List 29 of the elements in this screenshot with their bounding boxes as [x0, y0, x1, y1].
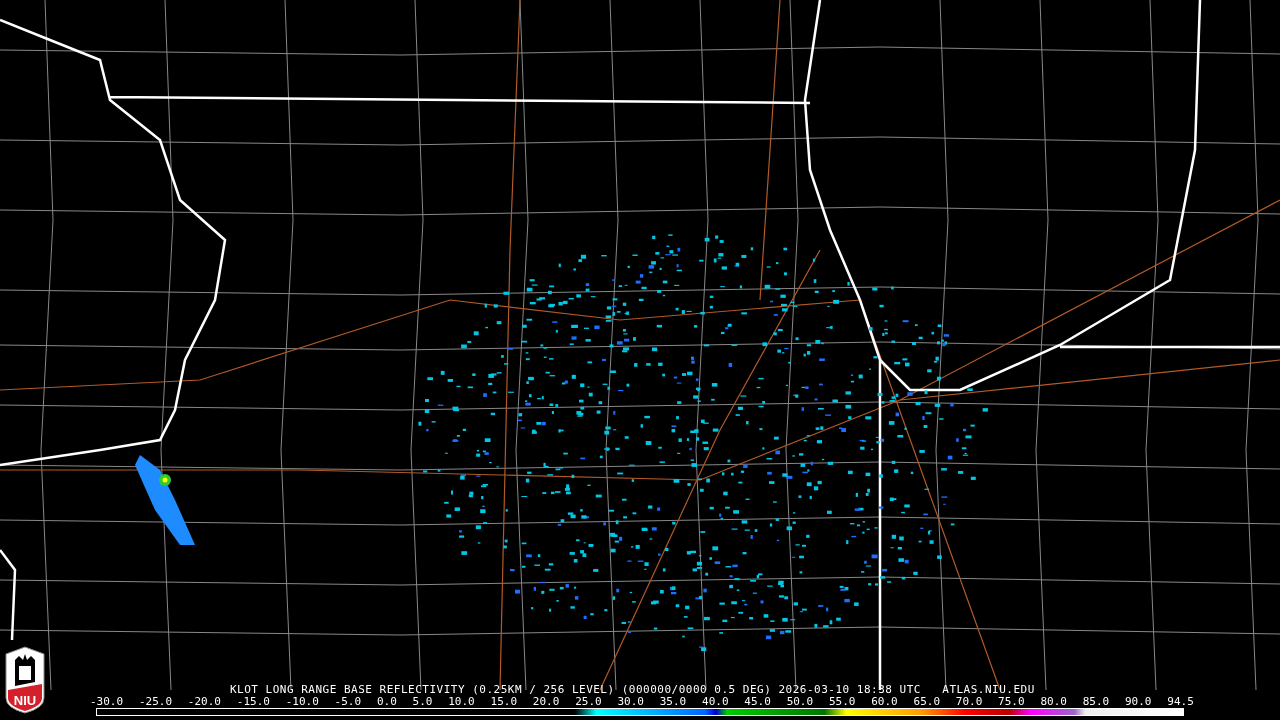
- legend-label: 65.0: [913, 696, 940, 708]
- legend-label: 10.0: [448, 696, 475, 708]
- shield-logo-icon: [4, 646, 46, 714]
- legend-label: 25.0: [575, 696, 602, 708]
- legend-label: -20.0: [187, 696, 221, 708]
- legend-label: 80.0: [1040, 696, 1067, 708]
- legend-label: 5.0: [412, 696, 433, 708]
- logo-text: NIU: [12, 693, 38, 708]
- legend-label: 70.0: [955, 696, 983, 708]
- legend-label: 55.0: [828, 696, 856, 708]
- legend-label: 0.0: [376, 696, 397, 708]
- legend-label: 30.0: [617, 696, 644, 708]
- legend-label: 40.0: [702, 696, 729, 708]
- legend-label: 35.0: [659, 696, 687, 708]
- legend-label: -15.0: [236, 696, 270, 708]
- legend-label: -10.0: [285, 696, 319, 708]
- legend-label: 60.0: [871, 696, 898, 708]
- legend-label: 45.0: [744, 696, 771, 708]
- legend-label: -5.0: [334, 696, 362, 708]
- legend-label: 90.0: [1125, 696, 1152, 708]
- legend-label: 50.0: [786, 696, 814, 708]
- legend-label: 15.0: [490, 696, 518, 708]
- product-title: KLOT LONG RANGE BASE REFLECTIVITY (0.25KM / 256 LEVEL) (000000/0000 0.5 DEG) 2026-03-10 18:38 UTC ATLAS.NIU.EDU: [230, 684, 1036, 696]
- legend-label: 94.5: [1167, 696, 1194, 708]
- legend-label: -30.0: [90, 696, 124, 708]
- legend-label: 20.0: [532, 696, 560, 708]
- legend-label: -25.0: [138, 696, 173, 708]
- legend-label: 75.0: [998, 696, 1025, 708]
- legend-label: 85.0: [1082, 696, 1110, 708]
